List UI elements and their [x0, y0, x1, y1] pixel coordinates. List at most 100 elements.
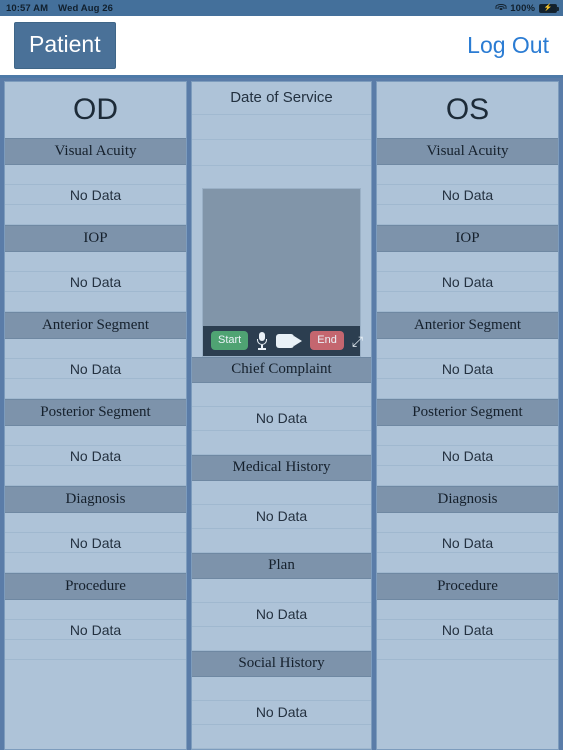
od-row-blank — [5, 513, 186, 533]
od-section-header-iop[interactable]: IOP — [5, 225, 186, 252]
video-call-panel[interactable]: Start End ⤢ — [202, 187, 363, 357]
od-section-header-procedure[interactable]: Procedure — [5, 573, 186, 600]
mid-section-body-social-history[interactable]: No Data — [192, 676, 371, 749]
mid-section-header-medical-history[interactable]: Medical History — [192, 454, 371, 481]
os-value-anterior-segment: No Data — [377, 359, 558, 379]
os-section-header-procedure[interactable]: Procedure — [377, 573, 558, 600]
od-row-blank — [5, 205, 186, 225]
od-row-blank — [5, 292, 186, 312]
date-of-service-spacer — [192, 166, 371, 188]
mid-value-chief-complaint: No Data — [192, 407, 371, 431]
od-section-header-visual-acuity[interactable]: Visual Acuity — [5, 138, 186, 165]
mid-section-body-chief-complaint[interactable]: No Data — [192, 382, 371, 455]
od-value-visual-acuity: No Data — [5, 185, 186, 205]
date-of-service-title: Date of Service — [192, 82, 371, 114]
od-row-blank — [5, 165, 186, 185]
od-row-blank — [5, 640, 186, 660]
end-call-button[interactable]: End — [310, 331, 344, 351]
od-section-header-anterior-segment[interactable]: Anterior Segment — [5, 312, 186, 339]
od-section-body-iop[interactable]: No Data — [5, 252, 186, 312]
od-row-blank — [5, 339, 186, 359]
os-row-blank — [377, 513, 558, 533]
os-row-blank — [377, 640, 558, 660]
os-section-body-iop[interactable]: No Data — [377, 252, 558, 312]
od-value-iop: No Data — [5, 272, 186, 292]
od-row-blank — [5, 252, 186, 272]
os-section-body-procedure[interactable]: No Data — [377, 600, 558, 660]
mid-value-plan: No Data — [192, 603, 371, 627]
od-row-blank — [5, 379, 186, 399]
od-section-header-posterior-segment[interactable]: Posterior Segment — [5, 399, 186, 426]
mid-row-blank — [192, 677, 371, 701]
logout-button[interactable]: Log Out — [467, 32, 549, 59]
os-value-posterior-segment: No Data — [377, 446, 558, 466]
patient-button[interactable]: Patient — [14, 22, 116, 69]
date-of-service-field[interactable] — [192, 113, 371, 188]
mid-row-blank — [192, 431, 371, 455]
od-value-procedure: No Data — [5, 620, 186, 640]
os-column: OS Visual Acuity No Data IOP No Data Ant… — [376, 81, 559, 750]
mid-section-header-social-history[interactable]: Social History — [192, 650, 371, 677]
os-section-header-iop[interactable]: IOP — [377, 225, 558, 252]
os-row-blank — [377, 205, 558, 225]
os-row-blank — [377, 466, 558, 486]
microphone-icon[interactable] — [256, 331, 268, 350]
mid-section-body-plan[interactable]: No Data — [192, 578, 371, 651]
os-row-blank — [377, 379, 558, 399]
os-row-blank — [377, 600, 558, 620]
od-section-body-visual-acuity[interactable]: No Data — [5, 165, 186, 225]
mid-row-blank — [192, 383, 371, 407]
od-row-blank — [5, 600, 186, 620]
battery-percent-label: 100% — [510, 2, 535, 14]
os-section-body-diagnosis[interactable]: No Data — [377, 513, 558, 573]
mid-row-blank — [192, 529, 371, 553]
mid-section-header-plan[interactable]: Plan — [192, 552, 371, 579]
od-section-header-diagnosis[interactable]: Diagnosis — [5, 486, 186, 513]
os-row-blank — [377, 339, 558, 359]
od-section-body-posterior-segment[interactable]: No Data — [5, 426, 186, 486]
os-value-diagnosis: No Data — [377, 533, 558, 553]
date-of-service-value — [192, 113, 371, 140]
od-column: OD Visual Acuity No Data IOP No Data Ant… — [4, 81, 187, 750]
video-control-bar: Start End ⤢ — [203, 325, 363, 356]
status-bar-right: 100% ⚡ — [495, 2, 559, 14]
od-value-diagnosis: No Data — [5, 533, 186, 553]
od-value-anterior-segment: No Data — [5, 359, 186, 379]
od-section-body-procedure[interactable]: No Data — [5, 600, 186, 660]
os-section-body-anterior-segment[interactable]: No Data — [377, 339, 558, 399]
mid-row-blank — [192, 481, 371, 505]
mid-row-blank — [192, 579, 371, 603]
mid-section-body-medical-history[interactable]: No Data — [192, 480, 371, 553]
os-section-body-visual-acuity[interactable]: No Data — [377, 165, 558, 225]
od-row-blank — [5, 553, 186, 573]
expand-diagonal-icon[interactable]: ⤢ — [352, 333, 363, 349]
mid-row-blank — [192, 725, 371, 749]
mid-row-blank — [192, 627, 371, 651]
video-camera-icon[interactable] — [276, 333, 303, 348]
os-section-header-visual-acuity[interactable]: Visual Acuity — [377, 138, 558, 165]
os-section-header-diagnosis[interactable]: Diagnosis — [377, 486, 558, 513]
od-section-body-anterior-segment[interactable]: No Data — [5, 339, 186, 399]
mid-section-header-chief-complaint[interactable]: Chief Complaint — [192, 356, 371, 383]
os-row-blank — [377, 292, 558, 312]
middle-column: Date of Service Start End ⤢ Chief Compla… — [191, 81, 372, 750]
navigation-bar: Patient Log Out — [0, 16, 563, 78]
mid-value-medical-history: No Data — [192, 505, 371, 529]
wifi-icon — [495, 3, 507, 13]
os-row-blank — [377, 553, 558, 573]
status-time: 10:57 AM — [6, 2, 49, 14]
os-section-header-anterior-segment[interactable]: Anterior Segment — [377, 312, 558, 339]
mid-value-social-history: No Data — [192, 701, 371, 725]
od-section-body-diagnosis[interactable]: No Data — [5, 513, 186, 573]
status-bar-left: 10:57 AM Wed Aug 26 — [6, 3, 113, 14]
video-stage[interactable] — [203, 189, 360, 326]
start-call-button[interactable]: Start — [211, 331, 249, 351]
os-value-procedure: No Data — [377, 620, 558, 640]
od-value-posterior-segment: No Data — [5, 446, 186, 466]
od-row-blank — [5, 426, 186, 446]
od-row-blank — [5, 466, 186, 486]
os-section-header-posterior-segment[interactable]: Posterior Segment — [377, 399, 558, 426]
os-section-body-posterior-segment[interactable]: No Data — [377, 426, 558, 486]
os-row-blank — [377, 165, 558, 185]
date-of-service-blank-row — [192, 140, 371, 166]
